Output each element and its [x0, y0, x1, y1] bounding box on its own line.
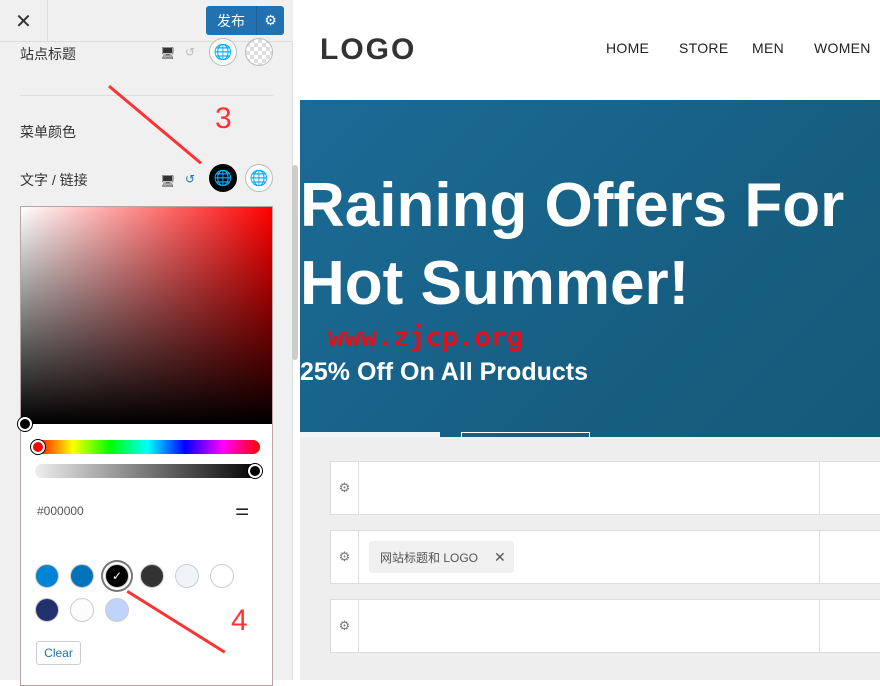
close-icon: ✕ — [15, 10, 32, 33]
color-swatch[interactable] — [175, 564, 199, 588]
color-swatch[interactable] — [35, 598, 59, 622]
color-swatch[interactable] — [210, 564, 234, 588]
color-swatch[interactable] — [70, 598, 94, 622]
hue-handle[interactable] — [31, 440, 45, 454]
builder-row-bottom: ⚙ — [330, 599, 880, 653]
hero-title-line1: Raining Offers For — [300, 171, 845, 240]
site-logo[interactable]: LOGO — [320, 33, 416, 67]
color-globe-button[interactable]: 🌐 — [209, 38, 237, 66]
header-builder: ⚙ ⚙ 网站标题和 LOGO ✕ ⚙ — [300, 437, 880, 680]
transparent-color-button[interactable] — [245, 38, 273, 66]
annotation-step-4: 4 — [231, 604, 248, 637]
watermark: www.zjcp.org — [328, 322, 524, 353]
divider — [20, 95, 273, 96]
color-swatch[interactable]: ✓ — [105, 564, 129, 588]
nav-item[interactable]: MEN — [752, 40, 784, 56]
builder-row-top: ⚙ — [330, 461, 880, 515]
remove-icon[interactable]: ✕ — [494, 549, 506, 566]
publish-button-group: 发布 ⚙ — [206, 6, 284, 35]
sliders-icon[interactable]: ⚌ — [235, 500, 249, 520]
color-swatch[interactable] — [140, 564, 164, 588]
nav-item[interactable]: HOME — [606, 40, 649, 56]
builder-row-main: ⚙ 网站标题和 LOGO ✕ — [330, 530, 880, 584]
text-color-button[interactable]: 🌐 — [209, 164, 237, 192]
globe-icon: 🌐 — [213, 170, 233, 187]
publish-button[interactable]: 发布 — [206, 6, 256, 35]
chip-label: 网站标题和 LOGO — [380, 550, 479, 565]
color-swatch[interactable] — [105, 598, 129, 622]
clear-button[interactable]: Clear — [36, 641, 81, 665]
nav-item[interactable]: STORE — [679, 40, 728, 56]
hue-slider[interactable] — [35, 440, 260, 454]
gear-icon[interactable]: ⚙ — [331, 462, 359, 514]
desktop-icon[interactable]: 🖥 — [160, 46, 175, 60]
saturation-area[interactable] — [21, 207, 272, 424]
hero-subtitle: 25% Off On All Products — [300, 358, 589, 386]
menu-color-label: 菜单颜色 — [20, 124, 76, 140]
text-link-label: 文字 / 链接 — [20, 172, 88, 188]
alpha-handle[interactable] — [248, 464, 262, 478]
customizer-sidebar: ✕ 发布 ⚙ 站点标题 🖥 ↺ 🌐 菜单颜色 文字 / 链接 🖥 ↺ 🌐 🌐 #… — [0, 0, 298, 686]
alpha-slider[interactable] — [35, 464, 260, 478]
saturation-handle[interactable] — [18, 417, 32, 431]
reset-icon[interactable]: ↺ — [185, 172, 195, 186]
reset-icon[interactable]: ↺ — [185, 45, 195, 59]
publish-settings-button[interactable]: ⚙ — [256, 6, 284, 35]
hero-banner: Raining Offers For Hot Summer! www.zjcp.… — [300, 100, 880, 437]
link-color-button[interactable]: 🌐 — [245, 164, 273, 192]
color-swatch[interactable] — [70, 564, 94, 588]
nav-item[interactable]: WOMEN — [814, 40, 871, 56]
color-swatch[interactable] — [35, 564, 59, 588]
gear-icon[interactable]: ⚙ — [331, 531, 359, 583]
desktop-icon[interactable]: 🖥 — [160, 174, 175, 188]
site-title-logo-chip[interactable]: 网站标题和 LOGO ✕ — [369, 541, 514, 573]
annotation-step-3: 3 — [215, 102, 232, 135]
site-title-label: 站点标题 — [20, 46, 76, 62]
customizer-header: ✕ 发布 ⚙ — [0, 0, 293, 42]
globe-icon: 🌐 — [213, 44, 233, 61]
close-button[interactable]: ✕ — [0, 0, 48, 42]
sidebar-scrollbar[interactable] — [292, 165, 298, 360]
gear-icon[interactable]: ⚙ — [331, 600, 359, 652]
hex-input[interactable]: #000000 — [37, 504, 84, 518]
hero-title-line2: Hot Summer! — [300, 249, 690, 318]
globe-icon: 🌐 — [249, 170, 269, 187]
